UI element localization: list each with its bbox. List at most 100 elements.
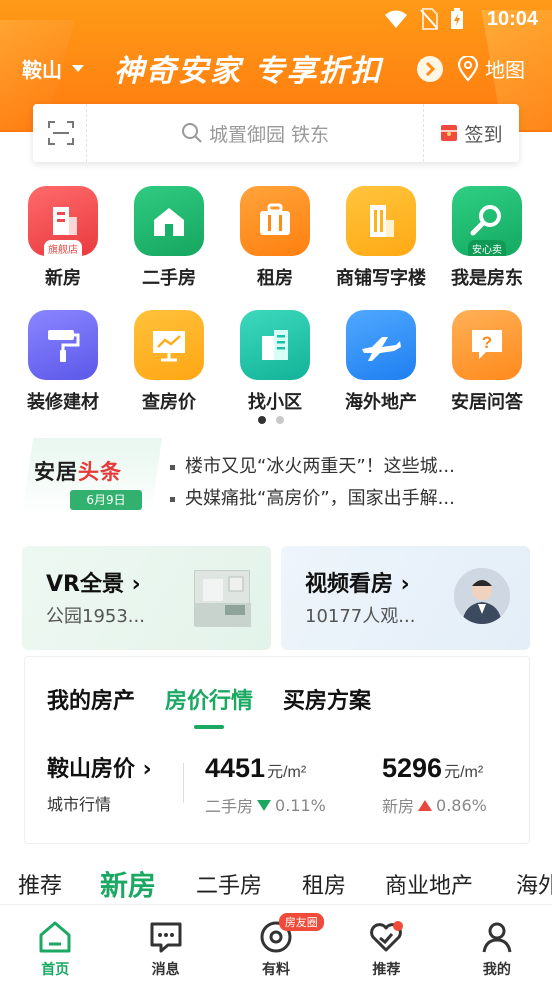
vr-card-subtitle: 公园1953... <box>46 606 145 627</box>
search-bar: 城置御园 铁东 签到 <box>33 104 519 162</box>
svg-text:?: ? <box>482 333 492 352</box>
map-button[interactable]: 地图 <box>457 54 525 83</box>
map-label: 地图 <box>485 58 525 82</box>
tab-my-property[interactable]: 我的房产 <box>47 683 135 715</box>
chevron-right-icon <box>425 62 436 76</box>
tab-price-trend[interactable]: 房价行情 <box>165 683 253 729</box>
grid-badge: 旗舰店 <box>44 240 82 256</box>
grid-item-overseas[interactable]: 海外地产 <box>328 310 434 420</box>
grid-label: 安居问答 <box>451 392 523 413</box>
tabbar-messages[interactable]: 消息 <box>110 905 220 981</box>
friends-circle-badge: 房友圈 <box>278 913 324 931</box>
second-hand-house-icon <box>134 186 204 256</box>
video-card-title: 视频看房 › <box>305 572 410 597</box>
grid-label: 海外地产 <box>345 392 417 413</box>
grid-label: 商铺写字楼 <box>336 268 426 289</box>
news-headline[interactable]: 央媒痛批“高房价”，国家出手解... <box>170 484 455 510</box>
status-time: 10:04 <box>486 8 538 30</box>
grid-pager <box>258 416 284 424</box>
office-building-icon <box>346 186 416 256</box>
checkin-button[interactable]: 签到 <box>423 104 519 162</box>
grid-label: 二手房 <box>142 268 196 289</box>
tabbar-home[interactable]: 首页 <box>0 905 110 981</box>
airplane-icon <box>346 310 416 380</box>
grid-item-new-house[interactable]: 旗舰店 新房 <box>10 186 116 296</box>
scan-button[interactable] <box>35 104 87 162</box>
city-name: 鞍山 <box>22 58 62 82</box>
promo-arrow-button[interactable] <box>417 56 443 82</box>
feed-tab-overseas[interactable]: 海外 <box>516 868 552 900</box>
location-pin-icon <box>457 55 479 82</box>
profile-icon <box>482 922 512 953</box>
video-card-subtitle: 10177人观... <box>305 606 416 627</box>
feed-tab-new-house[interactable]: 新房 <box>100 864 156 904</box>
vr-card[interactable]: VR全景 › 公园1953... <box>22 546 271 650</box>
grid-label: 租房 <box>257 268 293 289</box>
checkin-label: 签到 <box>464 123 503 146</box>
search-icon <box>181 123 202 143</box>
grid-item-second-hand[interactable]: 二手房 <box>116 186 222 296</box>
pager-dot-active[interactable] <box>258 416 266 424</box>
price-panel: 我的房产 房价行情 买房方案 鞍山房价 › 城市行情 4451 元/m² 二手房 … <box>24 656 530 844</box>
grid-label: 查房价 <box>142 392 196 413</box>
news-logo-title: 安居头条 <box>34 460 122 484</box>
tabbar-label: 首页 <box>41 962 70 978</box>
second-hand-change: 二手房 0.11% <box>205 795 326 817</box>
tabbar-profile[interactable]: 我的 <box>442 905 552 981</box>
grid-item-office[interactable]: 商铺写字楼 <box>328 186 434 296</box>
grid-item-qa[interactable]: ? 安居问答 <box>434 310 540 420</box>
rent-icon <box>240 186 310 256</box>
grid-label: 我是房东 <box>451 268 523 289</box>
price-chart-icon <box>134 310 204 380</box>
tabbar-label: 有料 <box>262 962 291 978</box>
grid-badge: 安心卖 <box>468 240 506 256</box>
tabbar-label: 我的 <box>482 962 511 978</box>
tabbar-recommend[interactable]: 推荐 <box>331 905 441 981</box>
new-house-price: 5296 元/m² <box>382 753 484 783</box>
home-icon <box>39 921 71 953</box>
city-price-link[interactable]: 鞍山房价 › <box>47 751 152 783</box>
feed-tab-commercial[interactable]: 商业地产 <box>385 868 473 900</box>
wifi-icon <box>385 10 407 28</box>
tab-purchase-plan[interactable]: 买房方案 <box>283 683 371 715</box>
arrow-down-icon <box>257 799 272 811</box>
price-tabs: 我的房产 房价行情 买房方案 <box>47 683 371 729</box>
news-ticker[interactable]: 安居头条 6月9日 楼市又见“冰火两重天”！这些城... 央媒痛批“高房价”，国… <box>22 438 532 518</box>
pager-dot[interactable] <box>276 416 284 424</box>
landlord-key-icon: 安心卖 <box>452 186 522 256</box>
feature-cards: VR全景 › 公园1953... 视频看房 › 10177人观... <box>22 546 530 650</box>
tabbar-discover[interactable]: 房友圈 有料 <box>221 905 331 981</box>
feed-tab-second-hand[interactable]: 二手房 <box>196 868 262 900</box>
vr-card-title: VR全景 › <box>46 572 141 597</box>
arrow-up-icon <box>418 799 433 811</box>
grid-item-community[interactable]: 找小区 <box>222 310 328 420</box>
tabbar-label: 推荐 <box>372 962 401 978</box>
grid-item-landlord[interactable]: 安心卖 我是房东 <box>434 186 540 296</box>
city-selector[interactable]: 鞍山 <box>22 54 84 83</box>
grid-item-check-price[interactable]: 查房价 <box>116 310 222 420</box>
grid-item-decoration[interactable]: 装修建材 <box>10 310 116 420</box>
grid-label: 装修建材 <box>27 392 99 413</box>
search-input[interactable]: 城置御园 铁东 <box>87 120 423 147</box>
divider <box>183 763 184 803</box>
promo-slogan[interactable]: 神奇安家 专享折扣 <box>114 46 382 90</box>
feed-tab-rent[interactable]: 租房 <box>302 868 346 900</box>
feed-tab-recommend[interactable]: 推荐 <box>18 868 62 900</box>
bottom-tab-bar: 首页 消息 房友圈 有料 推荐 我的 <box>0 904 552 981</box>
vr-thumbnail <box>194 570 251 627</box>
news-headline[interactable]: 楼市又见“冰火两重天”！这些城... <box>170 452 455 478</box>
agent-avatar <box>454 568 510 624</box>
message-icon <box>150 922 182 953</box>
scan-icon <box>47 121 74 145</box>
battery-charging-icon <box>451 8 463 29</box>
grid-item-rent[interactable]: 租房 <box>222 186 328 296</box>
feed-tabs: 推荐 新房 二手房 租房 商业地产 海外 <box>0 862 552 906</box>
community-icon <box>240 310 310 380</box>
tabbar-label: 消息 <box>151 962 180 978</box>
no-sim-icon <box>420 8 438 30</box>
paint-roller-icon <box>28 310 98 380</box>
video-card[interactable]: 视频看房 › 10177人观... <box>281 546 530 650</box>
new-house-change: 新房 0.86% <box>382 795 487 817</box>
question-icon: ? <box>452 310 522 380</box>
second-hand-price: 4451 元/m² <box>205 753 307 783</box>
